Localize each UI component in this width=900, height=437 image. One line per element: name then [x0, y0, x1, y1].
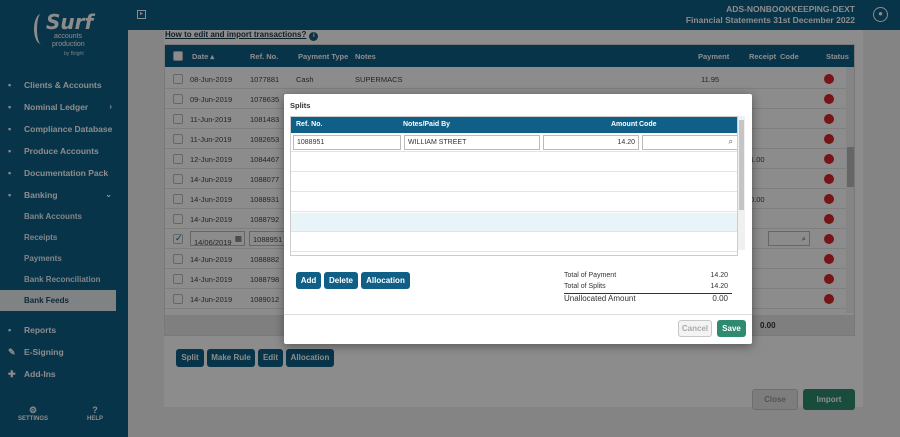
total-value: 0.00: [712, 294, 728, 303]
splits-modal: Splits Ref. No. Notes/Paid By Amount Cod…: [284, 94, 752, 344]
split-row-empty[interactable]: [291, 213, 737, 232]
split-amount-input[interactable]: 14.20: [543, 135, 639, 150]
save-button[interactable]: Save: [717, 320, 746, 337]
splits-title: Splits: [290, 101, 311, 110]
total-value: 14.20: [710, 272, 728, 279]
splits-scroll-thumb[interactable]: [739, 120, 744, 210]
splits-col-notes: Notes/Paid By: [403, 121, 451, 128]
unallocated-amount: Unallocated Amount 0.00: [564, 294, 732, 307]
split-row-empty[interactable]: [291, 193, 737, 212]
total-of-splits: Total of Splits 14.20: [564, 283, 732, 294]
total-value: 14.20: [710, 283, 728, 290]
splits-header: Ref. No. Notes/Paid By Amount Code: [291, 117, 737, 133]
modal-divider: [284, 314, 752, 315]
split-code-input[interactable]: ⌕: [642, 135, 737, 150]
split-notes-input[interactable]: WILLIAM STREET: [404, 135, 540, 150]
splits-col-amount: Amount: [611, 121, 638, 128]
total-label: Unallocated Amount: [564, 294, 636, 303]
split-allocation-button[interactable]: Allocation: [361, 272, 410, 289]
splits-col-ref: Ref. No.: [296, 121, 323, 128]
total-label: Total of Payment: [564, 272, 617, 279]
split-ref-input[interactable]: 1088951: [293, 135, 401, 150]
splits-table: Ref. No. Notes/Paid By Amount Code 10889…: [290, 116, 738, 256]
add-split-button[interactable]: Add: [296, 272, 321, 289]
total-of-payment: Total of Payment 14.20: [564, 272, 732, 283]
split-row-empty[interactable]: [291, 233, 737, 252]
split-row: 1088951 WILLIAM STREET 14.20 ⌕: [291, 133, 737, 152]
split-row-empty[interactable]: [291, 173, 737, 192]
cancel-button[interactable]: Cancel: [678, 320, 712, 337]
delete-split-button[interactable]: Delete: [324, 272, 358, 289]
splits-col-code: Code: [639, 121, 657, 128]
splits-scrollbar[interactable]: [738, 116, 745, 250]
split-row-empty[interactable]: [291, 153, 737, 172]
splits-totals: Total of Payment 14.20 Total of Splits 14.…: [564, 272, 732, 307]
search-icon[interactable]: ⌕: [729, 137, 733, 147]
total-label: Total of Splits: [564, 283, 606, 290]
